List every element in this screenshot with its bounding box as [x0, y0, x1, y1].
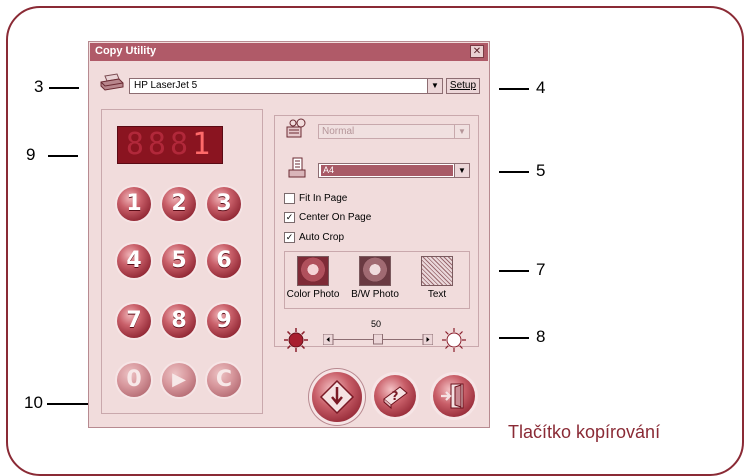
- callout-3: 3: [34, 77, 44, 96]
- mode-label: Text: [427, 289, 447, 300]
- text-mode-icon: [421, 256, 453, 286]
- mode-label: B/W Photo: [351, 289, 399, 300]
- window-title: Copy Utility: [95, 45, 157, 57]
- keypad-button-2[interactable]: 2: [162, 187, 196, 221]
- bw-photo-icon: [359, 256, 391, 286]
- center-on-page-label: Center On Page: [299, 212, 372, 224]
- auto-crop-checkbox[interactable]: ✓ Auto Crop: [284, 232, 344, 243]
- chevron-down-icon[interactable]: ▼: [427, 79, 442, 93]
- exit-door-icon: [441, 383, 464, 409]
- light-brightness-icon: [442, 328, 466, 352]
- slider-thumb[interactable]: [373, 334, 383, 345]
- caption: Tlačítko kopírování: [508, 422, 661, 442]
- callout-line-7: [499, 270, 529, 272]
- keypad-button-6[interactable]: 6: [207, 244, 241, 278]
- keypad-button-8[interactable]: 8: [162, 304, 196, 338]
- keypad-button-0[interactable]: 0: [117, 363, 151, 397]
- center-on-page-checkbox[interactable]: ✓ Center On Page: [284, 212, 371, 223]
- callout-line-3: [49, 87, 79, 89]
- mode-color-photo[interactable]: Color Photo: [285, 256, 341, 300]
- copy-count-display: 8881: [117, 126, 223, 164]
- title-bar[interactable]: Copy Utility ✕: [90, 43, 488, 61]
- help-button[interactable]: ?: [374, 375, 416, 417]
- counter-unused-digits: 888: [125, 127, 193, 162]
- checkbox-box[interactable]: ✓: [284, 212, 295, 223]
- keypad-button-3[interactable]: 3: [207, 187, 241, 221]
- setup-button[interactable]: Setup: [446, 78, 480, 94]
- auto-crop-label: Auto Crop: [299, 232, 345, 244]
- printer-select-value: HP LaserJet 5: [134, 80, 198, 91]
- dark-brightness-icon: [284, 328, 308, 352]
- keypad-button-1[interactable]: 1: [117, 187, 151, 221]
- play-button[interactable]: ▶: [162, 363, 196, 397]
- callout-line-4: [499, 88, 529, 90]
- quality-icon: [286, 118, 306, 138]
- callout-5: 5: [536, 161, 546, 180]
- quality-select[interactable]: Normal ▼: [318, 124, 470, 139]
- mode-text[interactable]: Text: [409, 256, 465, 300]
- callout-8: 8: [536, 327, 546, 346]
- keypad-button-4[interactable]: 4: [117, 244, 151, 278]
- printer-icon: [100, 73, 124, 91]
- callout-7: 7: [536, 260, 546, 279]
- color-photo-icon: [297, 256, 329, 286]
- chevron-down-icon[interactable]: ▼: [454, 125, 469, 138]
- copy-button[interactable]: [312, 372, 362, 422]
- brightness-value: 50: [371, 319, 382, 329]
- keypad-button-9[interactable]: 9: [207, 304, 241, 338]
- settings-panel: [274, 115, 479, 347]
- exit-button[interactable]: [433, 375, 475, 417]
- mode-label: Color Photo: [286, 289, 340, 300]
- paper-size-icon: [288, 157, 306, 178]
- callout-4: 4: [536, 78, 546, 97]
- callout-9: 9: [26, 145, 36, 164]
- paper-size-value: A4: [321, 165, 453, 176]
- close-button[interactable]: ✕: [470, 45, 484, 58]
- callout-10: 10: [24, 393, 43, 412]
- quality-select-value: Normal: [322, 126, 355, 137]
- paper-size-select[interactable]: A4 ▼: [318, 163, 470, 178]
- printer-select[interactable]: HP LaserJet 5 ▼: [129, 78, 443, 94]
- clear-button[interactable]: C: [207, 363, 241, 397]
- fit-in-page-label: Fit In Page: [299, 193, 348, 205]
- copy-diamond-icon: [319, 379, 355, 415]
- checkbox-box[interactable]: [284, 193, 295, 204]
- callout-line-5: [499, 171, 529, 173]
- checkbox-box[interactable]: ✓: [284, 232, 295, 243]
- keypad-button-7[interactable]: 7: [117, 304, 151, 338]
- help-book-icon: ?: [383, 386, 408, 410]
- copy-count-value: 1: [192, 127, 215, 162]
- mode-bw-photo[interactable]: B/W Photo: [347, 256, 403, 300]
- brightness-slider[interactable]: [323, 334, 433, 345]
- fit-in-page-checkbox[interactable]: Fit In Page: [284, 193, 347, 204]
- callout-line-9: [48, 155, 78, 157]
- callout-line-8: [499, 337, 529, 339]
- chevron-down-icon[interactable]: ▼: [454, 164, 469, 177]
- svg-text:?: ?: [392, 389, 399, 403]
- keypad-button-5[interactable]: 5: [162, 244, 196, 278]
- copy-utility-window: Copy Utility ✕ HP LaserJet 5 ▼ Setup 888…: [88, 41, 490, 428]
